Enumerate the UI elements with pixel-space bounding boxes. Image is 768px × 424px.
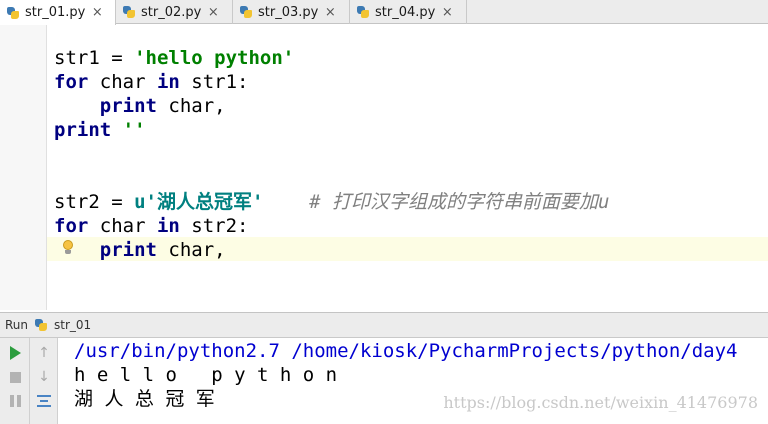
scroll-up-button[interactable]: ↑ [34,343,54,363]
console-command-line: /usr/bin/python2.7 /home/kiosk/PycharmPr… [74,340,738,362]
keyword: for [54,71,89,93]
close-icon[interactable]: × [91,5,103,20]
arrow-up-icon: ↑ [38,345,50,361]
code-editor[interactable]: str1 = 'hello python' for char in str1: … [0,25,768,310]
tab-str-04[interactable]: str_04.py × [350,0,467,24]
code-line-5[interactable]: str2 = u'湖人总冠军' # 打印汉字组成的字符串前面要加u [54,190,610,214]
tab-str-03[interactable]: str_03.py × [233,0,350,24]
code-line-3[interactable]: print char, [54,94,226,118]
gutter-divider [46,25,47,310]
code-text: char, [156,95,226,117]
soft-wrap-icon [37,395,51,407]
code-line-4[interactable]: print '' [54,118,146,142]
python-file-icon [122,5,136,19]
keyword: print [54,119,112,141]
watermark: https://blog.csdn.net/weixin_41476978 [443,393,758,412]
keyword: in [156,71,180,93]
code-text: str2 = [54,191,135,213]
pause-button[interactable] [5,391,25,411]
soft-wrap-button[interactable] [34,391,54,411]
keyword: print [99,239,157,261]
keyword: for [54,215,89,237]
python-file-icon [239,5,253,19]
keyword: in [156,215,180,237]
code-line-6[interactable]: for char in str2: [54,214,249,238]
close-icon[interactable]: × [441,5,453,20]
code-text: char, [156,239,226,261]
rerun-button[interactable] [5,343,25,363]
tab-str-02[interactable]: str_02.py × [116,0,233,24]
code-text: str1 = [54,47,135,69]
arrow-down-icon: ↓ [38,369,50,385]
code-line-7[interactable]: print char, [54,238,226,262]
keyword: print [99,95,157,117]
unicode-string-literal: u'湖人总冠军' [134,191,264,213]
editor-tab-bar: str_01.py × str_02.py × str_03.py × str_… [0,0,768,25]
play-icon [9,346,21,360]
code-comment: # 打印汉字组成的字符串前面要加u [309,191,610,213]
pause-icon [9,395,21,407]
tab-label: str_02.py [141,4,202,20]
code-text: str1: [179,71,249,93]
console-output-line: h e l l o p y t h o n [74,364,338,386]
lightbulb-icon[interactable] [60,238,76,258]
editor-gutter [0,25,46,310]
code-text: char [88,215,157,237]
run-toolbar-secondary: ↑ ↓ [30,338,58,424]
tab-label: str_01.py [25,5,86,20]
close-icon[interactable]: × [207,5,219,20]
console-output-line: 湖 人 总 冠 军 [74,388,215,410]
tab-label: str_03.py [258,4,319,20]
code-text: str2: [179,215,249,237]
python-run-config-icon [34,318,48,332]
run-config-name[interactable]: str_01 [54,318,91,332]
tab-str-01[interactable]: str_01.py × [0,0,116,25]
code-text: char [88,71,157,93]
string-literal: 'hello python' [134,47,295,69]
scroll-down-button[interactable]: ↓ [34,367,54,387]
run-label: Run [5,318,29,332]
code-line-1[interactable]: str1 = 'hello python' [54,46,294,70]
string-literal: '' [111,119,146,141]
close-icon[interactable]: × [324,5,336,20]
stop-icon [9,371,21,383]
python-file-icon [6,6,20,20]
tab-label: str_04.py [375,4,436,20]
run-toolbar [0,338,30,424]
code-line-2[interactable]: for char in str1: [54,70,249,94]
run-tool-window-header: Run str_01 [0,312,768,338]
python-file-icon [356,5,370,19]
stop-button[interactable] [5,367,25,387]
